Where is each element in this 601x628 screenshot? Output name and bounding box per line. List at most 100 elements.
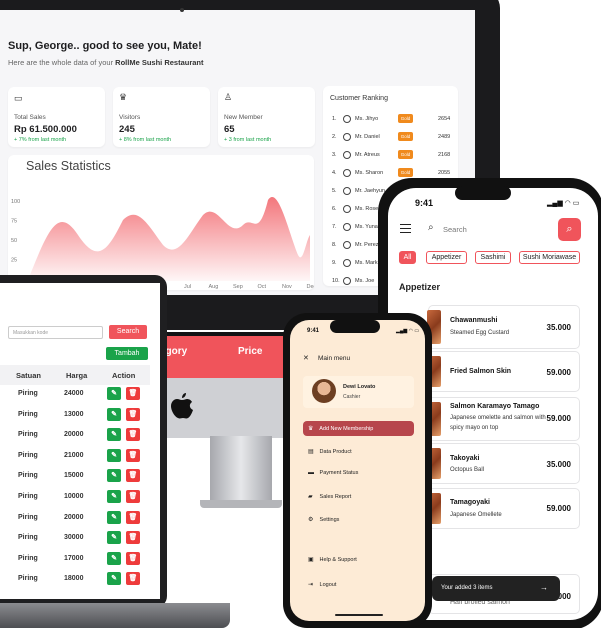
customer-name: Ms. Mark (355, 260, 378, 266)
price-cell: 17000 (64, 554, 84, 562)
camera-dot (180, 8, 184, 12)
menu-item-help[interactable]: ▣ Help & Support (308, 556, 357, 568)
restaurant-name: RollMe Sushi Restaurant (115, 58, 204, 67)
user-icon (343, 187, 351, 195)
section-title: Appetizer (399, 282, 441, 292)
menu-item-sales-report[interactable]: ▰ Sales Report (308, 493, 351, 505)
tier-badge: Gold (398, 150, 413, 159)
stat-label: Visitors (119, 114, 141, 121)
menu-item-data-product[interactable]: ▤ Data Product (308, 448, 352, 460)
edit-button[interactable]: ✎ (107, 551, 121, 565)
item-price: 59.000 (546, 414, 571, 423)
item-desc: Octopus Ball (450, 467, 485, 473)
rank-number: 8. (332, 242, 337, 248)
edit-button[interactable]: ✎ (107, 407, 121, 421)
delete-button[interactable]: 🗑 (126, 572, 140, 586)
y-tick-label: 75 (11, 219, 17, 225)
table-row: Piring 17000 ✎ 🗑 (0, 550, 150, 571)
customer-points: 2489 (438, 134, 451, 140)
crown-icon: ♛ (308, 426, 314, 432)
delete-button[interactable]: 🗑 (126, 407, 140, 421)
status-time: 9:41 (307, 328, 320, 334)
item-name: Takoyaki (450, 455, 480, 462)
menu-label: Logout (319, 582, 337, 588)
customer-points: 2654 (438, 116, 451, 122)
search-button[interactable]: ⌕ (558, 218, 581, 241)
folder-icon: ▰ (308, 494, 313, 500)
search-icon: ⌕ (428, 222, 434, 233)
stat-card-visitors: ♛ Visitors 245 + 8% from last month (113, 87, 210, 147)
unit-cell: Piring (18, 534, 38, 542)
menu-item-card[interactable]: Tamagoyaki Japanese Omellete 59.000 (427, 488, 580, 529)
unit-cell: Piring (18, 575, 38, 583)
chip-sashimi[interactable]: Sashimi (475, 251, 511, 264)
hamburger-menu-icon[interactable] (400, 224, 411, 233)
card-icon: ▬ (308, 470, 314, 476)
status-time: 9:41 (415, 198, 434, 208)
edit-button[interactable]: ✎ (107, 387, 121, 400)
cart-bar[interactable]: Your added 3 items → (432, 576, 560, 601)
edit-button[interactable]: ✎ (107, 448, 121, 462)
side-menu-title: Main menu (318, 355, 351, 362)
col-price: Harga (66, 371, 88, 380)
edit-button[interactable]: ✎ (107, 531, 121, 545)
edit-button[interactable]: ✎ (107, 490, 121, 503)
edit-button[interactable]: ✎ (107, 469, 121, 483)
user-icon (343, 241, 351, 249)
sales-statistics-title: Sales Statistics (26, 159, 111, 173)
delete-button[interactable]: 🗑 (126, 490, 140, 503)
code-search-input[interactable]: Masukkan kode (8, 326, 103, 339)
price-cell: 15000 (64, 472, 84, 480)
chip-appetizer[interactable]: Appetizer (426, 251, 467, 264)
menu-item-card[interactable]: Takoyaki Octopus Ball 35.000 (427, 443, 580, 484)
item-price: 59.000 (546, 504, 571, 513)
delete-button[interactable]: 🗑 (126, 551, 140, 565)
menu-search-input[interactable]: Search (443, 225, 467, 234)
customer-name: Mr. Perez (355, 242, 379, 248)
menu-item-card[interactable]: Chawanmushi Steamed Egg Custard 35.000 (427, 305, 580, 349)
crown-icon: ♛ (119, 92, 128, 102)
x-tick-label: Aug (209, 284, 219, 290)
product-table-body: Piring 24000 ✎ 🗑 Piring 13000 ✎ 🗑 Piring 20000 ✎ 🗑 P… (0, 385, 150, 600)
logout-icon: ⇥ (308, 582, 314, 588)
edit-button[interactable]: ✎ (107, 428, 121, 442)
item-price: 35.000 (546, 323, 571, 332)
sales-area (28, 197, 310, 281)
search-button[interactable]: Search (109, 325, 147, 339)
delete-button[interactable]: 🗑 (126, 531, 140, 545)
edit-button[interactable]: ✎ (107, 510, 121, 524)
x-tick-label: Nov (282, 284, 292, 290)
delete-button[interactable]: 🗑 (126, 469, 140, 483)
close-icon[interactable]: ✕ (303, 354, 309, 362)
stat-delta: + 3 from last month (224, 137, 272, 143)
delete-button[interactable]: 🗑 (126, 448, 140, 462)
add-button[interactable]: Tambah (106, 347, 148, 360)
unit-cell: Piring (18, 431, 38, 439)
customer-name: Ms. Yuna (355, 224, 378, 230)
chip-all[interactable]: All (399, 251, 416, 264)
menu-item-card[interactable]: Fried Salmon Skin 59.000 (427, 351, 580, 392)
delete-button[interactable]: 🗑 (126, 510, 140, 524)
menu-item-card[interactable]: Salmon Karamayo Tamago Japanese omelette… (427, 397, 580, 441)
unit-cell: Piring (18, 472, 38, 480)
item-desc: Steamed Egg Custard (450, 330, 510, 336)
stat-card-total-sales: ▭ Total Sales Rp 61.500.000 + 7% from la… (8, 87, 105, 147)
item-name: Salmon Karamayo Tamago (450, 403, 540, 410)
rank-number: 7. (332, 224, 337, 230)
table-row: Piring 10000 ✎ 🗑 (0, 488, 150, 509)
dashboard-subtitle: Here are the whole data of your RollMe S… (8, 58, 204, 67)
menu-item-logout[interactable]: ⇥ Logout (308, 581, 336, 593)
x-tick-label: Oct (258, 284, 267, 290)
delete-button[interactable]: 🗑 (126, 428, 140, 442)
product-table-header: Satuan Harga Action (0, 365, 150, 385)
delete-button[interactable]: 🗑 (126, 387, 140, 400)
chip-sushi-moriawase[interactable]: Sushi Moriawase (519, 251, 580, 264)
table-row: Piring 30000 ✎ 🗑 (0, 529, 150, 550)
edit-button[interactable]: ✎ (107, 572, 121, 586)
menu-item-settings[interactable]: ⚙ Settings (308, 516, 339, 528)
stat-label: New Member (224, 114, 263, 121)
stat-card-new-member: ♙ New Member 65 + 3 from last month (218, 87, 315, 147)
user-icon (343, 169, 351, 177)
menu-item-add-membership[interactable]: ♛ Add New Membership (308, 425, 373, 437)
menu-item-payment-status[interactable]: ▬ Payment Status (308, 470, 358, 482)
